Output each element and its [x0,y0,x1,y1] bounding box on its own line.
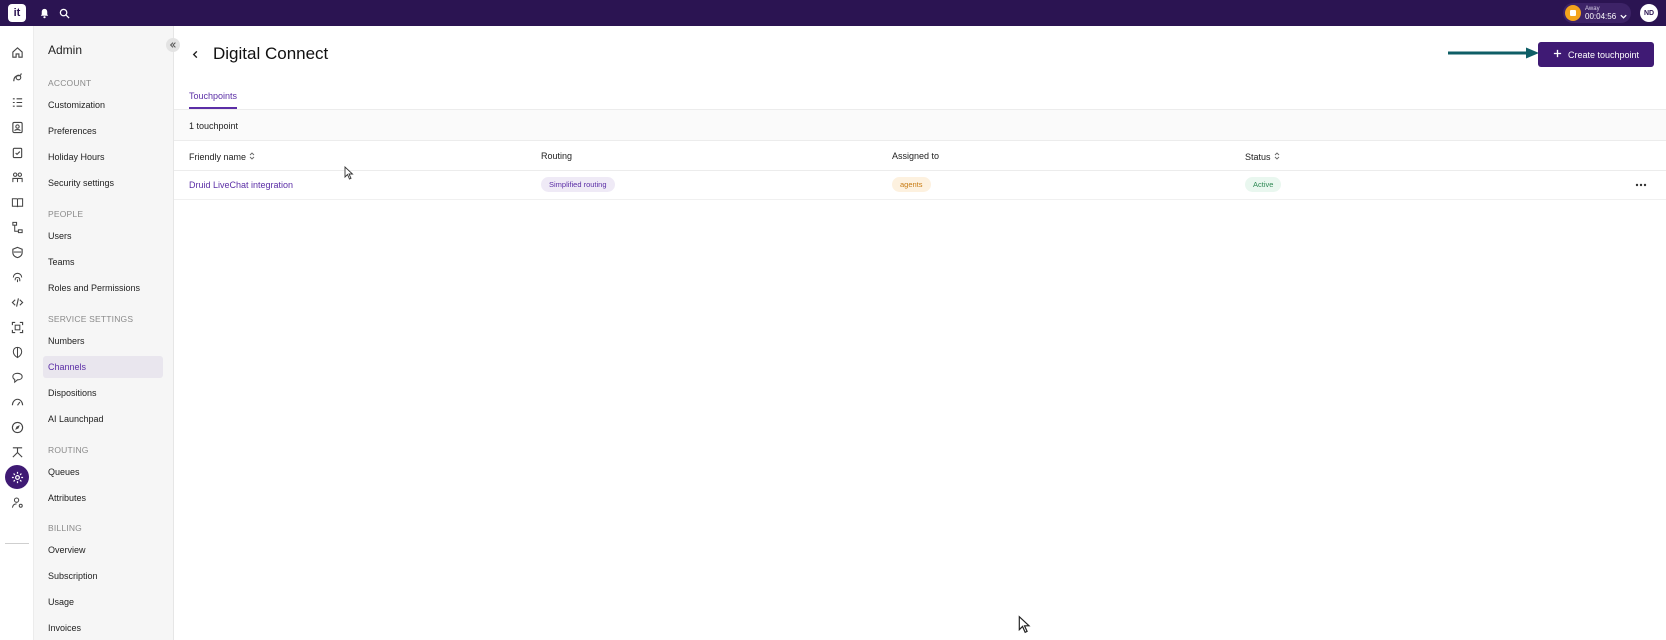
assigned-badge: agents [892,177,931,192]
people-icon[interactable] [5,165,29,189]
create-touchpoint-label: Create touchpoint [1567,49,1640,60]
app-logo[interactable]: it [8,4,26,22]
settings-icon[interactable] [5,465,29,489]
touchpoint-count-bar: 1 touchpoint [174,110,1666,141]
column-label: Assigned to [892,151,940,161]
chat-icon[interactable] [5,365,29,389]
sidebar-item-subscription[interactable]: Subscription [43,565,163,587]
user-avatar[interactable]: ND [1640,4,1658,22]
routing-badge: Simplified routing [541,177,615,192]
rail-divider [5,543,29,544]
section-routing: ROUTING [48,445,89,455]
column-header-friendly-name[interactable]: Friendly name [189,151,255,163]
icon-rail [0,26,34,640]
sort-icon[interactable] [1274,151,1280,163]
sidebar-item-holiday-hours[interactable]: Holiday Hours [43,146,163,168]
ai-icon[interactable] [5,340,29,364]
annotation-arrow-icon [1448,47,1539,59]
sidebar-item-queues[interactable]: Queues [43,461,163,483]
contacts-icon[interactable] [5,115,29,139]
sidebar-item-dispositions[interactable]: Dispositions [43,382,163,404]
shield-icon[interactable] [5,240,29,264]
admin-sidebar: Admin ACCOUNT Customization Preferences … [34,26,180,640]
sidebar-item-ai-launchpad[interactable]: AI Launchpad [43,408,163,430]
sidebar-item-invoices[interactable]: Invoices [43,617,163,639]
status-timer: 00:04:56 [1585,12,1617,21]
status-badge: Active [1245,177,1282,192]
bell-icon[interactable] [37,6,51,20]
home-icon[interactable] [5,40,29,64]
code-icon[interactable] [5,290,29,314]
touchpoint-count: 1 touchpoint [189,121,239,131]
column-label: Friendly name [189,152,247,162]
sidebar-item-numbers[interactable]: Numbers [43,330,163,352]
sidebar-item-channels[interactable]: Channels [43,356,163,378]
compass-icon[interactable] [5,415,29,439]
column-label: Status [1245,152,1271,162]
sidebar-item-usage[interactable]: Usage [43,591,163,613]
section-account: ACCOUNT [48,78,92,88]
page-title: Digital Connect [213,44,329,63]
column-header-status[interactable]: Status [1245,151,1280,163]
user-settings-icon[interactable] [5,490,29,514]
leads-icon[interactable] [5,65,29,89]
sidebar-item-security-settings[interactable]: Security settings [43,172,163,194]
fingerprint-icon[interactable] [5,265,29,289]
sidebar-item-roles-and-permissions[interactable]: Roles and Permissions [43,277,163,299]
chevron-down-icon [1619,8,1628,26]
sidebar-item-overview[interactable]: Overview [43,539,163,561]
section-people: PEOPLE [48,209,84,219]
tasks-icon[interactable] [5,90,29,114]
gauge-icon[interactable] [5,390,29,414]
clipboard-icon[interactable] [5,140,29,164]
away-status-icon [1565,5,1581,21]
routing-icon[interactable] [5,440,29,464]
sidebar-title: Admin [48,43,83,57]
back-button[interactable] [188,47,202,61]
sidebar-item-preferences[interactable]: Preferences [43,120,163,142]
column-header-assigned-to: Assigned to [892,151,939,161]
sidebar-item-teams[interactable]: Teams [43,251,163,273]
book-icon[interactable] [5,190,29,214]
section-service-settings: SERVICE SETTINGS [48,314,134,324]
tab-touchpoints[interactable]: Touchpoints [189,85,238,109]
more-actions-icon[interactable] [1634,180,1648,190]
collapse-sidebar-button[interactable] [166,38,180,52]
scan-icon[interactable] [5,315,29,339]
table-row-divider [174,199,1666,200]
create-touchpoint-button[interactable]: Create touchpoint [1538,42,1654,67]
top-bar: it Away 00:04:56 ND [0,0,1666,26]
sidebar-item-customization[interactable]: Customization [43,94,163,116]
section-billing: BILLING [48,523,82,533]
column-label: Routing [541,151,573,161]
sort-icon[interactable] [249,151,255,163]
agent-status-selector[interactable]: Away 00:04:56 [1563,3,1631,23]
plus-icon [1553,49,1562,60]
table-header-divider [174,170,1666,171]
touchpoint-name-link[interactable]: Druid LiveChat integration [189,180,293,190]
column-header-routing: Routing [541,151,572,161]
mouse-pointer-icon [344,166,354,180]
sidebar-item-users[interactable]: Users [43,225,163,247]
sidebar-item-attributes[interactable]: Attributes [43,487,163,509]
mouse-pointer-icon [1018,615,1031,634]
flow-icon[interactable] [5,215,29,239]
search-icon[interactable] [57,6,71,20]
